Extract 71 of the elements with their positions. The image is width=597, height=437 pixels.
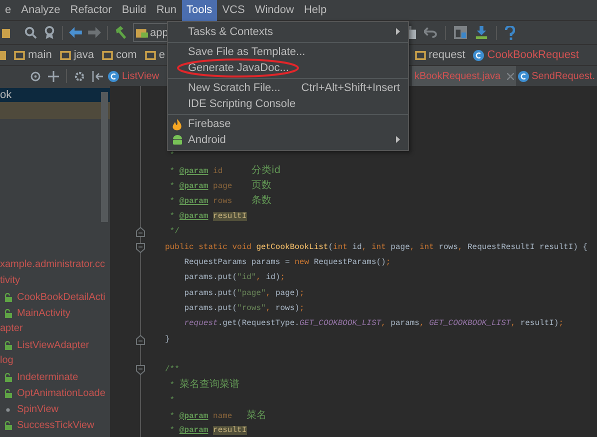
menu-title[interactable]: Help <box>298 0 332 20</box>
code-line: */ <box>168 226 180 238</box>
forward-arrow-icon[interactable] <box>88 27 101 38</box>
code-line: * @param page 页数 <box>168 179 272 194</box>
code-line: * @param name 菜名 <box>168 408 267 423</box>
code-line: * @param id 分类id <box>168 164 281 178</box>
menu-item[interactable]: New Scratch File... Ctrl+Alt+Shift+Insert <box>168 80 408 96</box>
code-line: * @param rows 条数 <box>168 194 272 208</box>
code-line: * @param resultI <box>168 425 247 437</box>
class-icon <box>518 70 529 82</box>
code-line: * <box>168 150 175 162</box>
plus-icon[interactable] <box>48 70 59 82</box>
breadcrumb-item[interactable]: main <box>14 49 52 61</box>
code-line: request.get(RequestType.GET_COOKBOOK_LIST, params, GET_COOKBOOK_LIST, resultI); <box>183 318 564 330</box>
module-icon <box>136 27 148 38</box>
download-icon[interactable] <box>475 26 488 39</box>
menu-title[interactable]: Tools <box>182 0 218 20</box>
close-icon[interactable] <box>506 72 514 80</box>
tree-item[interactable]: ok <box>0 88 110 102</box>
lock-icon <box>4 388 12 398</box>
code-line: params.put("id", id); <box>183 272 286 284</box>
menu-title[interactable]: Window <box>250 0 299 20</box>
fold-icon[interactable] <box>136 227 145 238</box>
scrollbar-thumb[interactable] <box>101 92 108 222</box>
submenu-arrow-icon <box>396 136 400 144</box>
code-line: /** <box>165 364 180 376</box>
menu-item[interactable]: Android <box>168 132 408 148</box>
target-icon[interactable] <box>30 70 41 82</box>
menu-title[interactable]: e <box>0 0 16 20</box>
menu-item[interactable]: Generate JavaDoc... <box>168 60 408 76</box>
lock-icon <box>4 308 12 318</box>
breadcrumb-item[interactable]: e <box>144 49 165 61</box>
search-icon[interactable] <box>24 26 37 39</box>
menu-title[interactable]: Analyze <box>16 0 66 20</box>
settings-icon[interactable] <box>74 70 85 82</box>
menu-title[interactable]: Build <box>116 0 152 20</box>
code-line: public static void getCookBookList(int id, int page, int rows, RequestResultI resultI) { <box>165 242 588 254</box>
lock-icon <box>4 372 12 382</box>
flame-icon <box>172 118 182 130</box>
menu-title[interactable]: VCS <box>217 0 250 20</box>
class-icon <box>473 50 484 60</box>
menu-title[interactable]: Refactor <box>65 0 117 20</box>
help-icon[interactable] <box>505 26 515 40</box>
layout-icon[interactable] <box>454 26 467 39</box>
code-line: params.put("page", page); <box>183 288 304 300</box>
code-line: params.put("rows", rows); <box>183 302 304 315</box>
lock-icon <box>4 420 12 430</box>
menu-title[interactable]: Run <box>151 0 182 20</box>
fold-icon[interactable] <box>136 242 145 253</box>
menu-item[interactable]: Firebase <box>168 116 408 132</box>
code-line: RequestParams params = new RequestParams(); <box>183 257 391 270</box>
breadcrumb-item[interactable]: request <box>414 49 466 61</box>
submenu-arrow-icon <box>396 28 400 36</box>
hammer-icon[interactable] <box>114 26 127 39</box>
menu-item[interactable]: IDE Scripting Console <box>168 96 408 112</box>
android-icon <box>172 134 183 146</box>
hide-panel-icon[interactable] <box>92 70 103 82</box>
code-line: * <box>168 394 175 407</box>
undo-icon[interactable] <box>424 27 437 38</box>
breadcrumb-item[interactable]: com <box>102 49 137 61</box>
fold-icon[interactable] <box>136 365 145 376</box>
lock-icon <box>4 292 12 302</box>
back-arrow-icon[interactable] <box>69 27 82 38</box>
breadcrumb-item[interactable]: java <box>60 49 94 61</box>
code-line: } <box>165 334 170 346</box>
code-line: * 菜名查询菜谱 <box>168 378 240 392</box>
fold-icon[interactable] <box>136 334 145 345</box>
code-line: * @param resultI <box>168 211 247 224</box>
class-icon <box>108 70 119 82</box>
menu-item[interactable]: Save File as Template... <box>168 44 408 60</box>
lock-icon <box>4 340 12 350</box>
